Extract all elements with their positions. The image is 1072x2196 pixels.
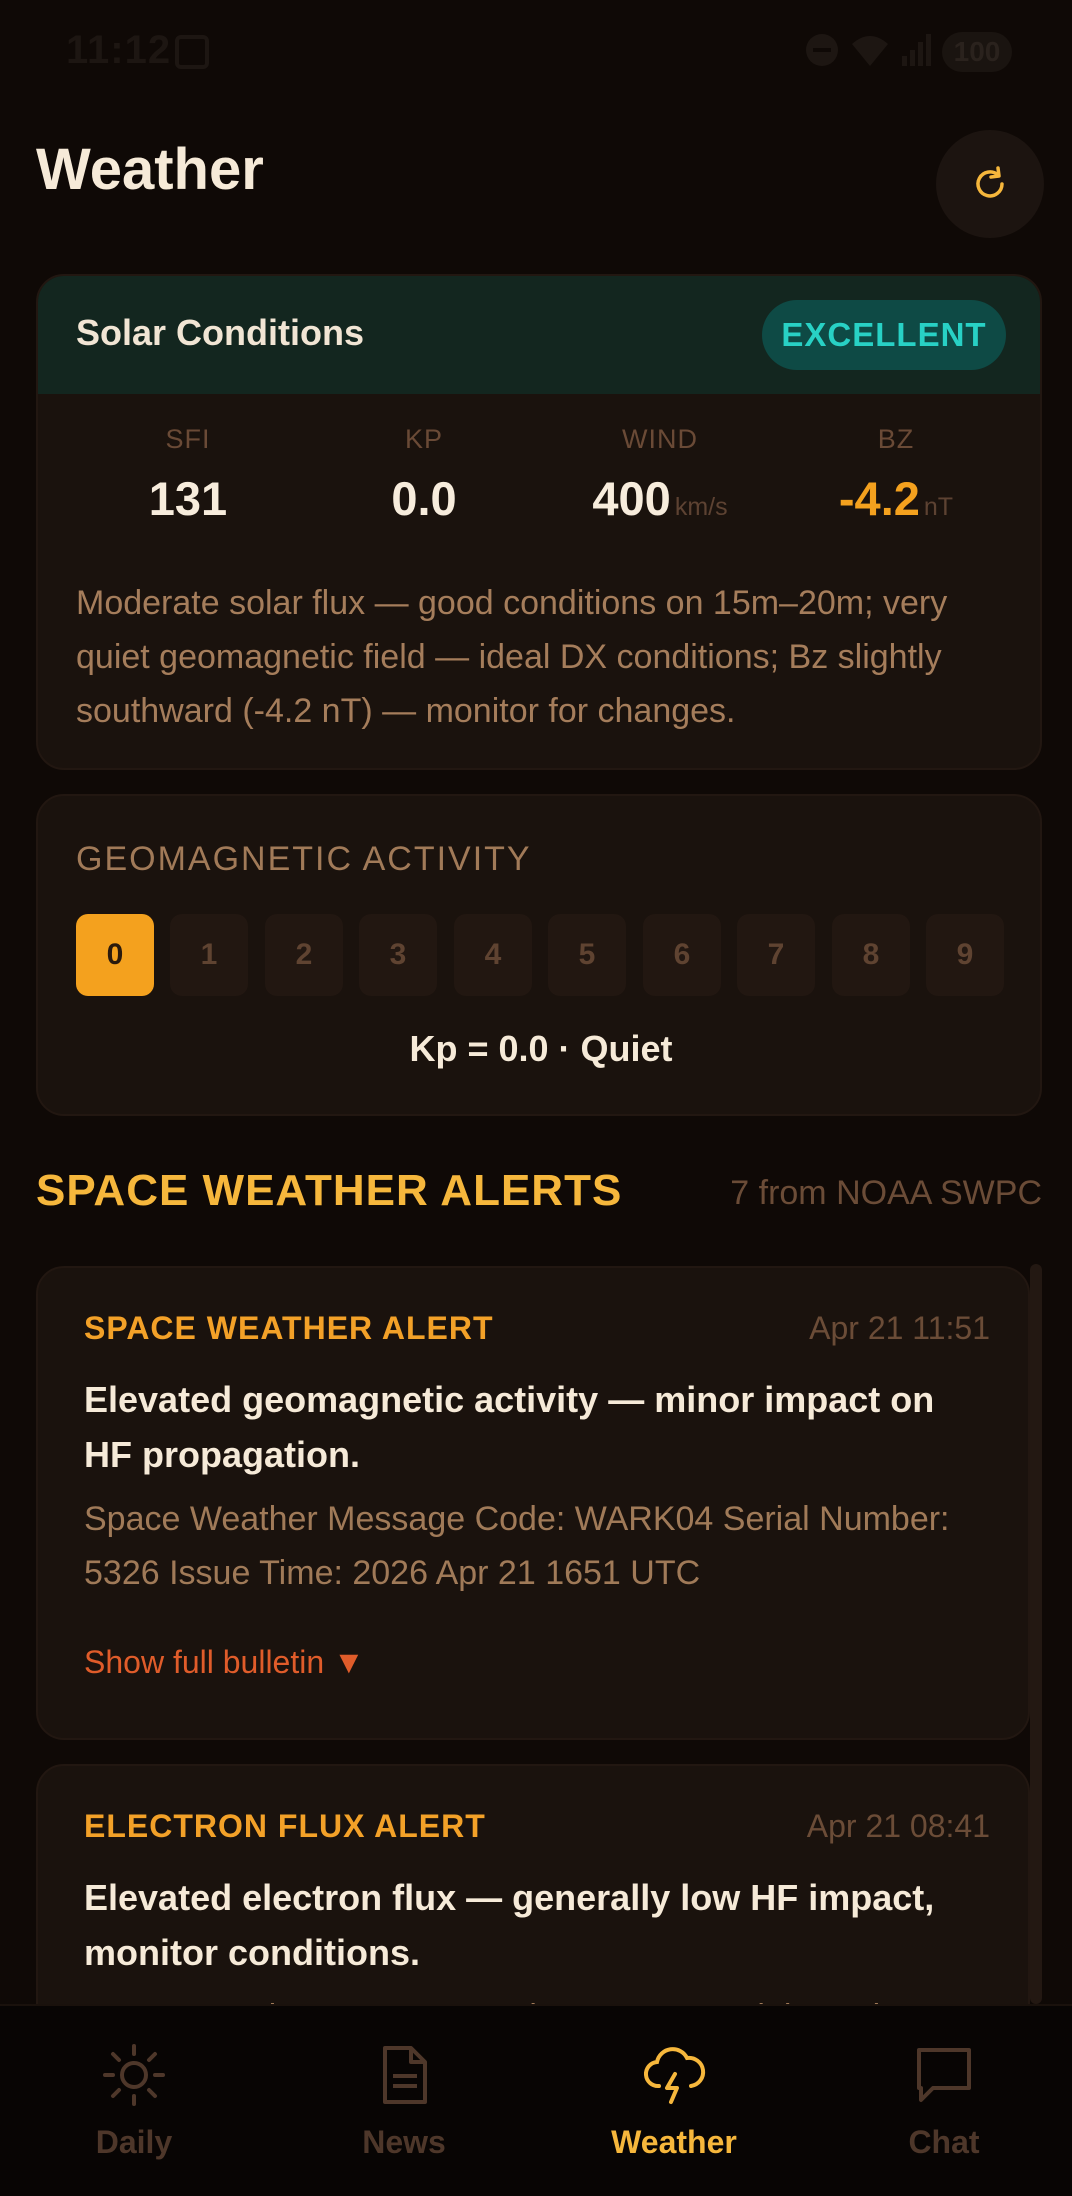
metric-kp: KP 0.0 (306, 424, 542, 526)
show-full-bulletin-link[interactable]: Show full bulletin ▼ (84, 1644, 365, 1681)
nav-label: Chat (908, 2124, 980, 2160)
kp-cell-0: 0 (76, 914, 154, 996)
geomagnetic-activity-card: GEOMAGNETIC ACTIVITY 0 1 2 3 4 5 6 7 8 9… (36, 794, 1042, 1116)
battery-indicator: 100 (942, 32, 1012, 72)
bottom-nav: Daily News Weather Chat (0, 2004, 1072, 2196)
nav-label: Daily (95, 2124, 173, 2160)
chat-bubble-icon (917, 2048, 971, 2102)
signal-icon (900, 32, 934, 73)
kp-cell-4: 4 (454, 914, 532, 996)
dnd-icon (804, 32, 840, 73)
kp-cell-1: 1 (170, 914, 248, 996)
kp-scale: 0 1 2 3 4 5 6 7 8 9 (76, 914, 1006, 996)
kp-cell-8: 8 (832, 914, 910, 996)
metric-label: SFI (165, 424, 211, 454)
screenshot-icon (172, 32, 212, 77)
alert-type: ELECTRON FLUX ALERT (84, 1808, 486, 1844)
kp-cell-3: 3 (359, 914, 437, 996)
solar-description: Moderate solar flux — good conditions on… (76, 584, 948, 730)
kp-cell-7: 7 (737, 914, 815, 996)
alert-body: Space Weather Message Code: WARK04 Seria… (84, 1500, 950, 1592)
conditions-status-badge: EXCELLENT (762, 300, 1006, 370)
metric-label: KP (404, 424, 444, 454)
solar-metrics: SFI 131 KP 0.0 WIND 400 km/s BZ -4.2 nT (38, 424, 1040, 534)
solar-card-header: Solar Conditions EXCELLENT (38, 276, 1040, 394)
metric-value: 131 (148, 472, 228, 525)
status-bar: 11:12 100 (0, 0, 1072, 100)
nav-item-news[interactable]: News (314, 2042, 494, 2161)
metric-wind: WIND 400 km/s (542, 424, 778, 526)
alert-time: Apr 21 11:51 (809, 1310, 990, 1346)
nav-label: Weather (611, 2124, 737, 2160)
kp-cell-5: 5 (548, 914, 626, 996)
alert-time: Apr 21 08:41 (806, 1808, 990, 1844)
metric-bz: BZ -4.2 nT (778, 424, 1014, 526)
geomagnetic-title: GEOMAGNETIC ACTIVITY (76, 840, 532, 878)
nav-item-weather[interactable]: Weather (584, 2042, 764, 2161)
metric-value: 400 (592, 472, 671, 525)
alert-card[interactable]: SPACE WEATHER ALERT Apr 21 11:51 Elevate… (36, 1266, 1030, 1740)
weather-screen: 11:12 100 Weather Solar Conditions EXCEL… (0, 0, 1072, 2196)
sun-icon (103, 2044, 165, 2106)
metric-unit: nT (923, 493, 954, 521)
metric-label: WIND (622, 424, 698, 454)
nav-label: News (362, 2124, 446, 2160)
alert-headline: Elevated electron flux — generally low H… (84, 1877, 935, 1973)
storm-cloud-icon (644, 2047, 706, 2104)
nav-item-daily[interactable]: Daily (44, 2042, 224, 2161)
kp-cell-2: 2 (265, 914, 343, 996)
metric-value: 0.0 (391, 472, 457, 525)
alerts-section-title: SPACE WEATHER ALERTS (36, 1166, 623, 1215)
alert-headline: Elevated geomagnetic activity — minor im… (84, 1379, 935, 1475)
alerts-count: 7 from NOAA SWPC (730, 1174, 1042, 1212)
refresh-button[interactable] (936, 130, 1044, 238)
metric-value: -4.2 (838, 472, 920, 525)
nav-item-chat[interactable]: Chat (854, 2042, 1034, 2161)
scrollbar[interactable] (1030, 1264, 1042, 2004)
solar-conditions-card: Solar Conditions EXCELLENT SFI 131 KP 0.… (36, 274, 1042, 770)
kp-cell-9: 9 (926, 914, 1004, 996)
kp-readout: Kp = 0.0 · Quiet (409, 1028, 673, 1069)
alert-type: SPACE WEATHER ALERT (84, 1310, 494, 1346)
status-time: 11:12 (66, 28, 172, 72)
metric-sfi: SFI 131 (70, 424, 306, 526)
document-icon (383, 2046, 427, 2104)
page-title: Weather (36, 137, 264, 202)
metric-label: BZ (877, 424, 915, 454)
solar-card-title: Solar Conditions (76, 312, 364, 353)
kp-cell-6: 6 (643, 914, 721, 996)
metric-unit: km/s (674, 493, 728, 521)
refresh-icon (976, 166, 1004, 198)
wifi-icon (850, 32, 890, 73)
